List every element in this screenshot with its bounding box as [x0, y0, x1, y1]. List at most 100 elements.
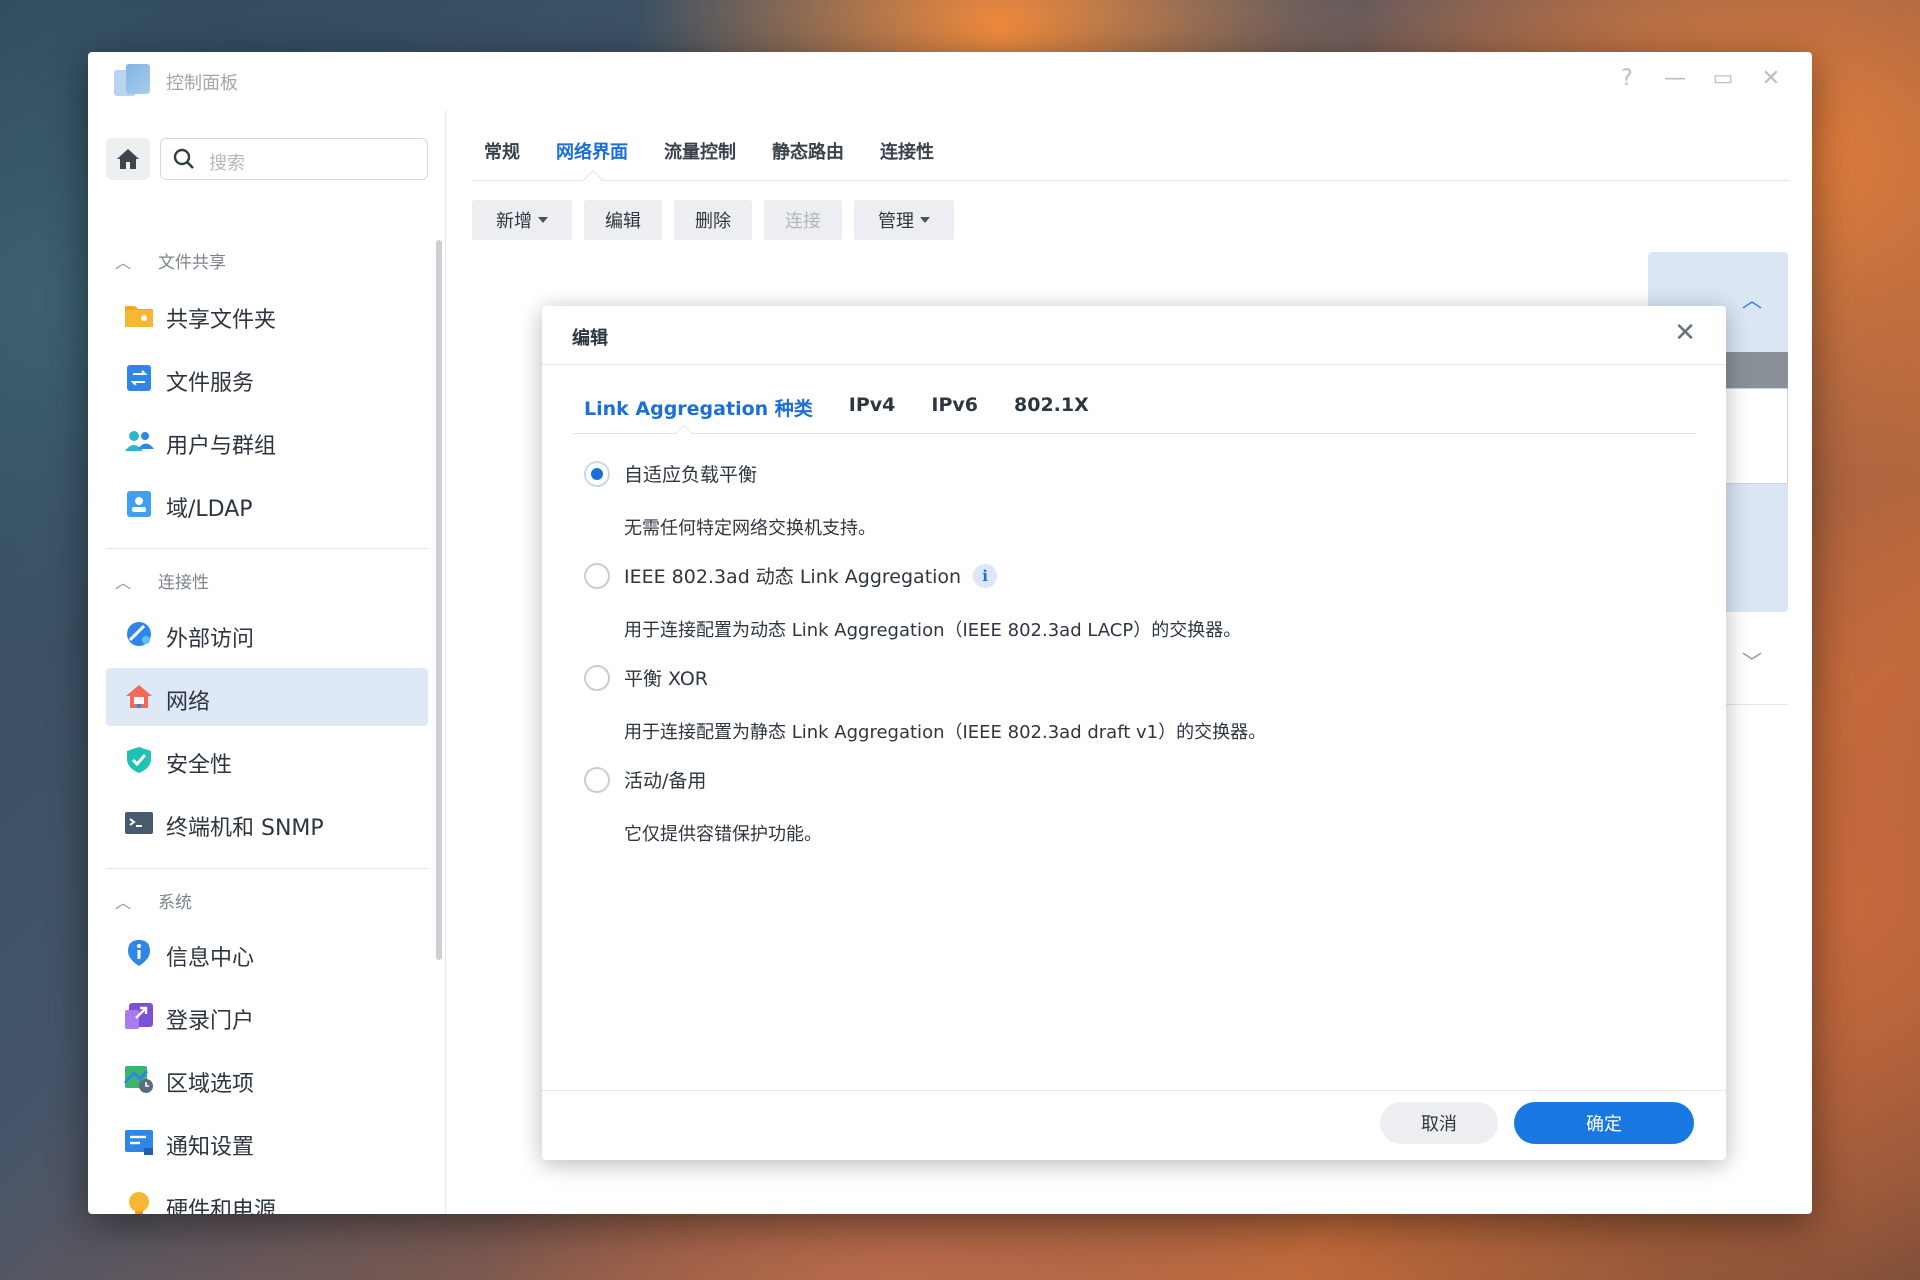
users-icon — [125, 431, 154, 451]
tab-ipv4[interactable]: IPv4 — [849, 394, 896, 421]
radio-adaptive-load-balancing[interactable] — [584, 460, 610, 487]
caret-down-icon — [920, 217, 930, 223]
sidebar-item-hardware-power[interactable]: 硬件和电源 — [106, 1176, 428, 1214]
sidebar-item-label: 信息中心 — [166, 946, 255, 971]
maximize-icon[interactable]: ▭ — [1708, 66, 1738, 91]
chevron-up-icon[interactable]: ︿ — [1742, 284, 1762, 313]
sidebar-item-external-access[interactable]: 外部访问 — [106, 605, 428, 663]
dialog-active-tab-caret — [675, 424, 693, 442]
sidebar-item-regional-options[interactable]: 区域选项 — [106, 1050, 428, 1108]
dialog-tabs: Link Aggregation 种类 IPv4 IPv6 802.1X — [584, 394, 1125, 421]
sidebar-item-login-portal[interactable]: 登录门户 — [106, 987, 428, 1045]
radio-active-backup[interactable] — [584, 766, 610, 793]
option-description: 用于连接配置为动态 Link Aggregation（IEEE 802.3ad … — [624, 620, 1242, 641]
sidebar-item-domain-ldap[interactable]: 域/LDAP — [106, 475, 428, 533]
sidebar-item-label: 域/LDAP — [166, 497, 253, 522]
search-icon — [173, 148, 194, 169]
section-connectivity[interactable]: ︿ 连接性 — [110, 568, 209, 594]
section-system[interactable]: ︿ 系统 — [110, 888, 192, 914]
tab-8021x[interactable]: 802.1X — [1014, 394, 1089, 421]
sidebar-item-network[interactable]: 网络 — [106, 668, 428, 726]
section-divider — [106, 868, 428, 869]
external-access-icon — [127, 622, 151, 646]
option-label: 平衡 XOR — [624, 668, 708, 690]
option-label: IEEE 802.3ad 动态 Link Aggregation — [624, 566, 962, 588]
login-portal-icon — [125, 1003, 153, 1029]
ldap-icon — [127, 491, 151, 517]
sidebar-item-notification[interactable]: 通知设置 — [106, 1113, 428, 1171]
edit-dialog: 编辑 ✕ Link Aggregation 种类 IPv4 IPv6 802.1… — [542, 306, 1726, 1160]
chevron-up-icon: ︿ — [114, 252, 131, 272]
tab-connectivity[interactable]: 连接性 — [880, 138, 934, 164]
radio-ieee-8023ad[interactable] — [584, 562, 610, 589]
sidebar-scrollbar[interactable] — [436, 240, 442, 960]
sidebar-item-label: 安全性 — [166, 753, 233, 778]
sidebar-item-label: 网络 — [166, 690, 211, 715]
ok-button[interactable]: 确定 — [1514, 1102, 1694, 1144]
info-center-icon — [128, 940, 150, 966]
file-services-icon — [127, 365, 151, 391]
option-label: 自适应负载平衡 — [624, 464, 758, 486]
option-description: 它仅提供容错保护功能。 — [624, 824, 822, 845]
sidebar-item-label: 共享文件夹 — [166, 308, 277, 333]
regional-options-icon — [124, 1066, 153, 1093]
tab-traffic-control[interactable]: 流量控制 — [664, 138, 736, 164]
sidebar-item-info-center[interactable]: 信息中心 — [106, 924, 428, 982]
tab-general[interactable]: 常规 — [484, 138, 520, 164]
sidebar-item-label: 外部访问 — [166, 627, 255, 652]
section-label: 系统 — [158, 893, 192, 913]
delete-button[interactable]: 删除 — [674, 200, 752, 240]
section-file-sharing[interactable]: ︿ 文件共享 — [110, 248, 226, 274]
search-input[interactable]: 搜索 — [160, 138, 428, 180]
notification-icon — [125, 1130, 153, 1155]
option-adaptive-load-balancing[interactable]: 自适应负载平衡 — [584, 460, 757, 487]
tab-ipv6[interactable]: IPv6 — [931, 394, 978, 421]
window-title: 控制面板 — [166, 73, 238, 94]
chevron-up-icon: ︿ — [114, 892, 131, 912]
dialog-tab-underline — [572, 433, 1696, 434]
section-divider — [106, 548, 428, 549]
connect-button[interactable]: 连接 — [764, 200, 842, 240]
option-active-backup[interactable]: 活动/备用 — [584, 766, 706, 793]
tab-underline — [472, 180, 1790, 181]
dialog-footer-divider — [542, 1090, 1726, 1091]
title-bar: 控制面板 ? — ▭ ✕ — [88, 52, 1812, 110]
help-icon[interactable]: ? — [1612, 66, 1642, 91]
option-description: 无需任何特定网络交换机支持。 — [624, 518, 876, 539]
sidebar-item-label: 区域选项 — [166, 1072, 255, 1097]
manage-button-label: 管理 — [878, 211, 914, 232]
info-icon[interactable]: i — [973, 563, 998, 588]
tab-link-aggregation-type[interactable]: Link Aggregation 种类 — [584, 394, 813, 421]
caret-down-icon — [538, 217, 548, 223]
radio-balance-xor[interactable] — [584, 664, 610, 691]
bulb-icon — [129, 1192, 149, 1214]
sidebar-item-terminal-snmp[interactable]: 终端机和 SNMP — [106, 794, 428, 852]
sidebar-item-file-services[interactable]: 文件服务 — [106, 349, 428, 407]
tab-network-interface[interactable]: 网络界面 — [556, 138, 628, 164]
home-button[interactable] — [106, 138, 150, 180]
cancel-button[interactable]: 取消 — [1380, 1102, 1498, 1144]
edit-button[interactable]: 编辑 — [584, 200, 662, 240]
section-label: 连接性 — [158, 573, 209, 593]
dialog-close-icon[interactable]: ✕ — [1674, 318, 1696, 348]
minimize-icon[interactable]: — — [1660, 66, 1690, 91]
sidebar-item-users-groups[interactable]: 用户与群组 — [106, 412, 428, 470]
sidebar-item-shared-folder[interactable]: 共享文件夹 — [106, 286, 428, 344]
sidebar-item-label: 通知设置 — [166, 1135, 255, 1160]
sidebar: 搜索 ︿ 文件共享 共享文件夹 文件服务 用户与群组 域/LDAP ︿ 连接性 — [88, 110, 446, 1214]
option-description: 用于连接配置为静态 Link Aggregation（IEEE 802.3ad … — [624, 722, 1267, 743]
option-balance-xor[interactable]: 平衡 XOR — [584, 664, 708, 691]
option-ieee-8023ad[interactable]: IEEE 802.3ad 动态 Link Aggregation i — [584, 562, 998, 589]
tab-static-route[interactable]: 静态路由 — [772, 138, 844, 164]
network-icon — [126, 685, 152, 708]
dialog-title: 编辑 — [572, 328, 608, 349]
sidebar-item-label: 用户与群组 — [166, 434, 277, 459]
chevron-down-icon[interactable]: ﹀ — [1742, 646, 1762, 675]
sidebar-item-security[interactable]: 安全性 — [106, 731, 428, 789]
add-button[interactable]: 新增 — [472, 200, 572, 240]
shield-icon — [127, 747, 151, 773]
manage-button[interactable]: 管理 — [854, 200, 954, 240]
close-icon[interactable]: ✕ — [1756, 66, 1786, 91]
search-placeholder: 搜索 — [209, 153, 245, 174]
option-label: 活动/备用 — [624, 770, 707, 792]
